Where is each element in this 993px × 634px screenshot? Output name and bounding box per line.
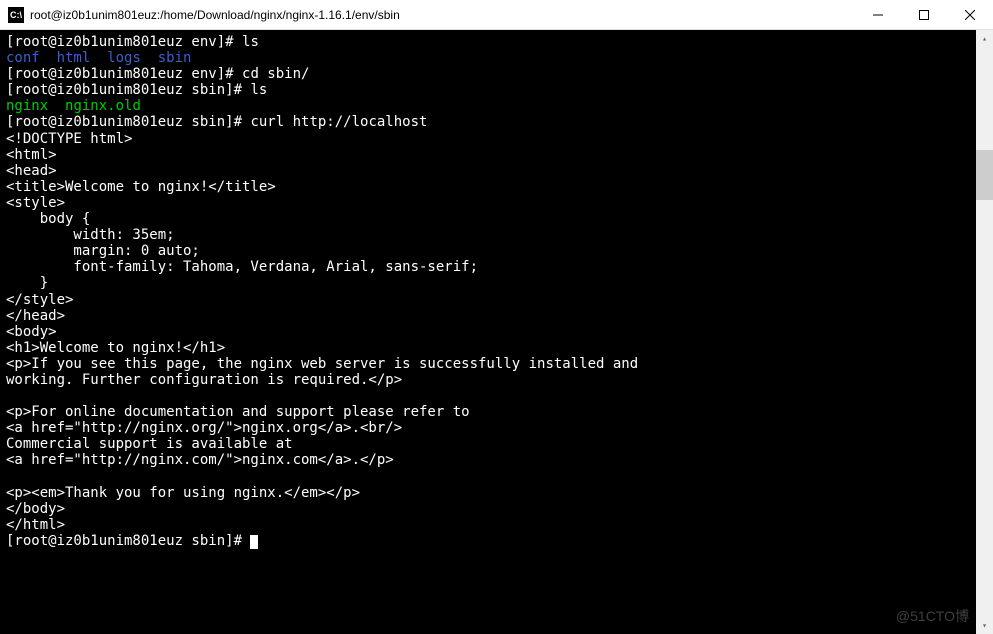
- ls-dir: logs: [107, 50, 141, 66]
- ls-dir: html: [57, 50, 91, 66]
- ls-exec: nginx: [6, 98, 48, 114]
- prompt: [root@iz0b1unim801euz sbin]#: [6, 114, 250, 130]
- scrollbar[interactable]: ▴ ▾: [976, 30, 993, 634]
- cmd-icon: C:\: [8, 7, 24, 23]
- command-text: ls: [242, 34, 259, 50]
- titlebar[interactable]: C:\ root@iz0b1unim801euz:/home/Download/…: [0, 0, 993, 30]
- prompt: [root@iz0b1unim801euz env]#: [6, 66, 242, 82]
- cursor: [250, 535, 258, 549]
- scroll-up-icon[interactable]: ▴: [976, 30, 993, 47]
- ls-dir: conf: [6, 50, 40, 66]
- curl-output: <!DOCTYPE html> <html> <head> <title>Wel…: [6, 131, 638, 533]
- window-title: root@iz0b1unim801euz:/home/Download/ngin…: [30, 8, 855, 22]
- command-text: curl http://localhost: [250, 114, 427, 130]
- window-controls: [855, 0, 993, 30]
- scroll-down-icon[interactable]: ▾: [976, 617, 993, 634]
- close-button[interactable]: [947, 0, 993, 30]
- prompt: [root@iz0b1unim801euz env]#: [6, 34, 242, 50]
- ls-exec: nginx.old: [65, 98, 141, 114]
- terminal-window: C:\ root@iz0b1unim801euz:/home/Download/…: [0, 0, 993, 634]
- terminal-body[interactable]: [root@iz0b1unim801euz env]# ls conf html…: [0, 30, 993, 634]
- command-text: cd sbin/: [242, 66, 309, 82]
- prompt: [root@iz0b1unim801euz sbin]#: [6, 82, 250, 98]
- watermark: @51CTO博: [896, 606, 969, 626]
- command-text: ls: [250, 82, 267, 98]
- ls-dir: sbin: [158, 50, 192, 66]
- prompt: [root@iz0b1unim801euz sbin]#: [6, 533, 250, 549]
- maximize-button[interactable]: [901, 0, 947, 30]
- minimize-button[interactable]: [855, 0, 901, 30]
- scrollbar-thumb[interactable]: [976, 150, 993, 200]
